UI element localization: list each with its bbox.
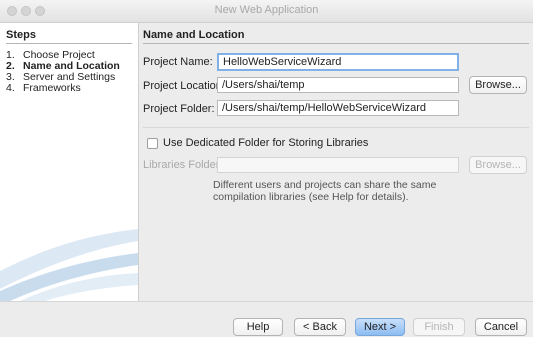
step-item: 1. Choose Project: [6, 49, 120, 61]
section-separator: [143, 127, 529, 128]
step-number: 2.: [6, 60, 15, 72]
project-name-input[interactable]: [217, 53, 459, 71]
step-item-current: 2. Name and Location: [6, 60, 120, 72]
libraries-folder-browse-button[interactable]: Browse...: [469, 156, 527, 174]
netbeans-watermark-graphic: [0, 229, 138, 301]
step-item: 3. Server and Settings: [6, 71, 120, 83]
project-folder-label: Project Folder:: [143, 103, 215, 115]
title-bar[interactable]: New Web Application: [0, 0, 533, 23]
info-line: Different users and projects can share t…: [213, 179, 437, 191]
steps-divider: [6, 43, 132, 44]
finish-button[interactable]: Finish: [413, 318, 465, 336]
steps-heading: Steps: [6, 29, 36, 41]
libraries-info-text: Different users and projects can share t…: [213, 179, 436, 203]
step-number: 3.: [6, 71, 15, 83]
step-label: Name and Location: [23, 60, 120, 72]
section-divider: [143, 43, 529, 44]
step-number: 4.: [6, 82, 15, 94]
step-label: Frameworks: [23, 82, 81, 94]
libraries-folder-input[interactable]: [217, 157, 459, 173]
steps-list: 1. Choose Project 2. Name and Location 3. S…: [6, 50, 120, 94]
step-label: Server and Settings: [23, 71, 116, 83]
project-location-input[interactable]: [217, 77, 459, 93]
project-location-browse-button[interactable]: Browse...: [469, 76, 527, 94]
footer-divider: [0, 301, 533, 302]
back-button[interactable]: < Back: [294, 318, 346, 336]
step-number: 1.: [6, 49, 15, 61]
project-location-label: Project Location:: [143, 80, 225, 92]
step-item: 4. Frameworks: [6, 82, 120, 94]
wizard-window: New Web Application Steps 1. Choose Proje…: [0, 0, 533, 337]
help-button[interactable]: Help: [233, 318, 283, 336]
cancel-button[interactable]: Cancel: [475, 318, 527, 336]
name-and-location-panel: Name and Location Project Name: Project …: [139, 23, 533, 301]
next-button[interactable]: Next >: [355, 318, 405, 336]
dedicated-folder-label[interactable]: Use Dedicated Folder for Storing Librari…: [163, 137, 368, 149]
info-line: compilation libraries (see Help for deta…: [213, 191, 409, 203]
project-folder-input[interactable]: [217, 100, 459, 116]
dedicated-folder-checkbox[interactable]: [147, 138, 158, 149]
step-label: Choose Project: [23, 49, 95, 61]
libraries-folder-label: Libraries Folder:: [143, 159, 223, 171]
steps-panel: Steps 1. Choose Project 2. Name and Locati…: [0, 23, 139, 301]
project-name-label: Project Name:: [143, 56, 213, 68]
section-heading: Name and Location: [143, 29, 245, 41]
window-title: New Web Application: [214, 4, 319, 16]
